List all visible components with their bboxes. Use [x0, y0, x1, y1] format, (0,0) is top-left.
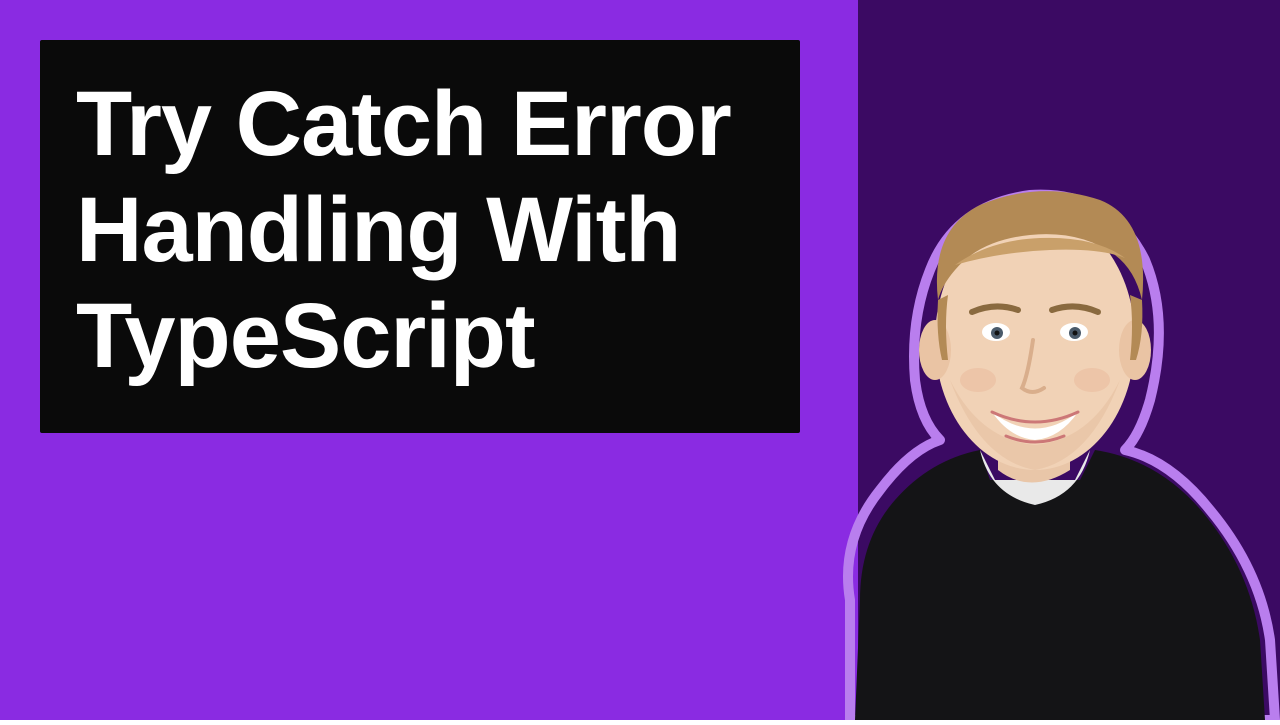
title-text: Try Catch Error Handling With TypeScript — [76, 72, 764, 389]
title-line-3: TypeScript — [76, 284, 764, 390]
title-card: Try Catch Error Handling With TypeScript — [40, 40, 800, 433]
presenter-portrait — [730, 40, 1280, 720]
title-line-1: Try Catch Error — [76, 72, 764, 178]
title-line-2: Handling With — [76, 178, 764, 284]
